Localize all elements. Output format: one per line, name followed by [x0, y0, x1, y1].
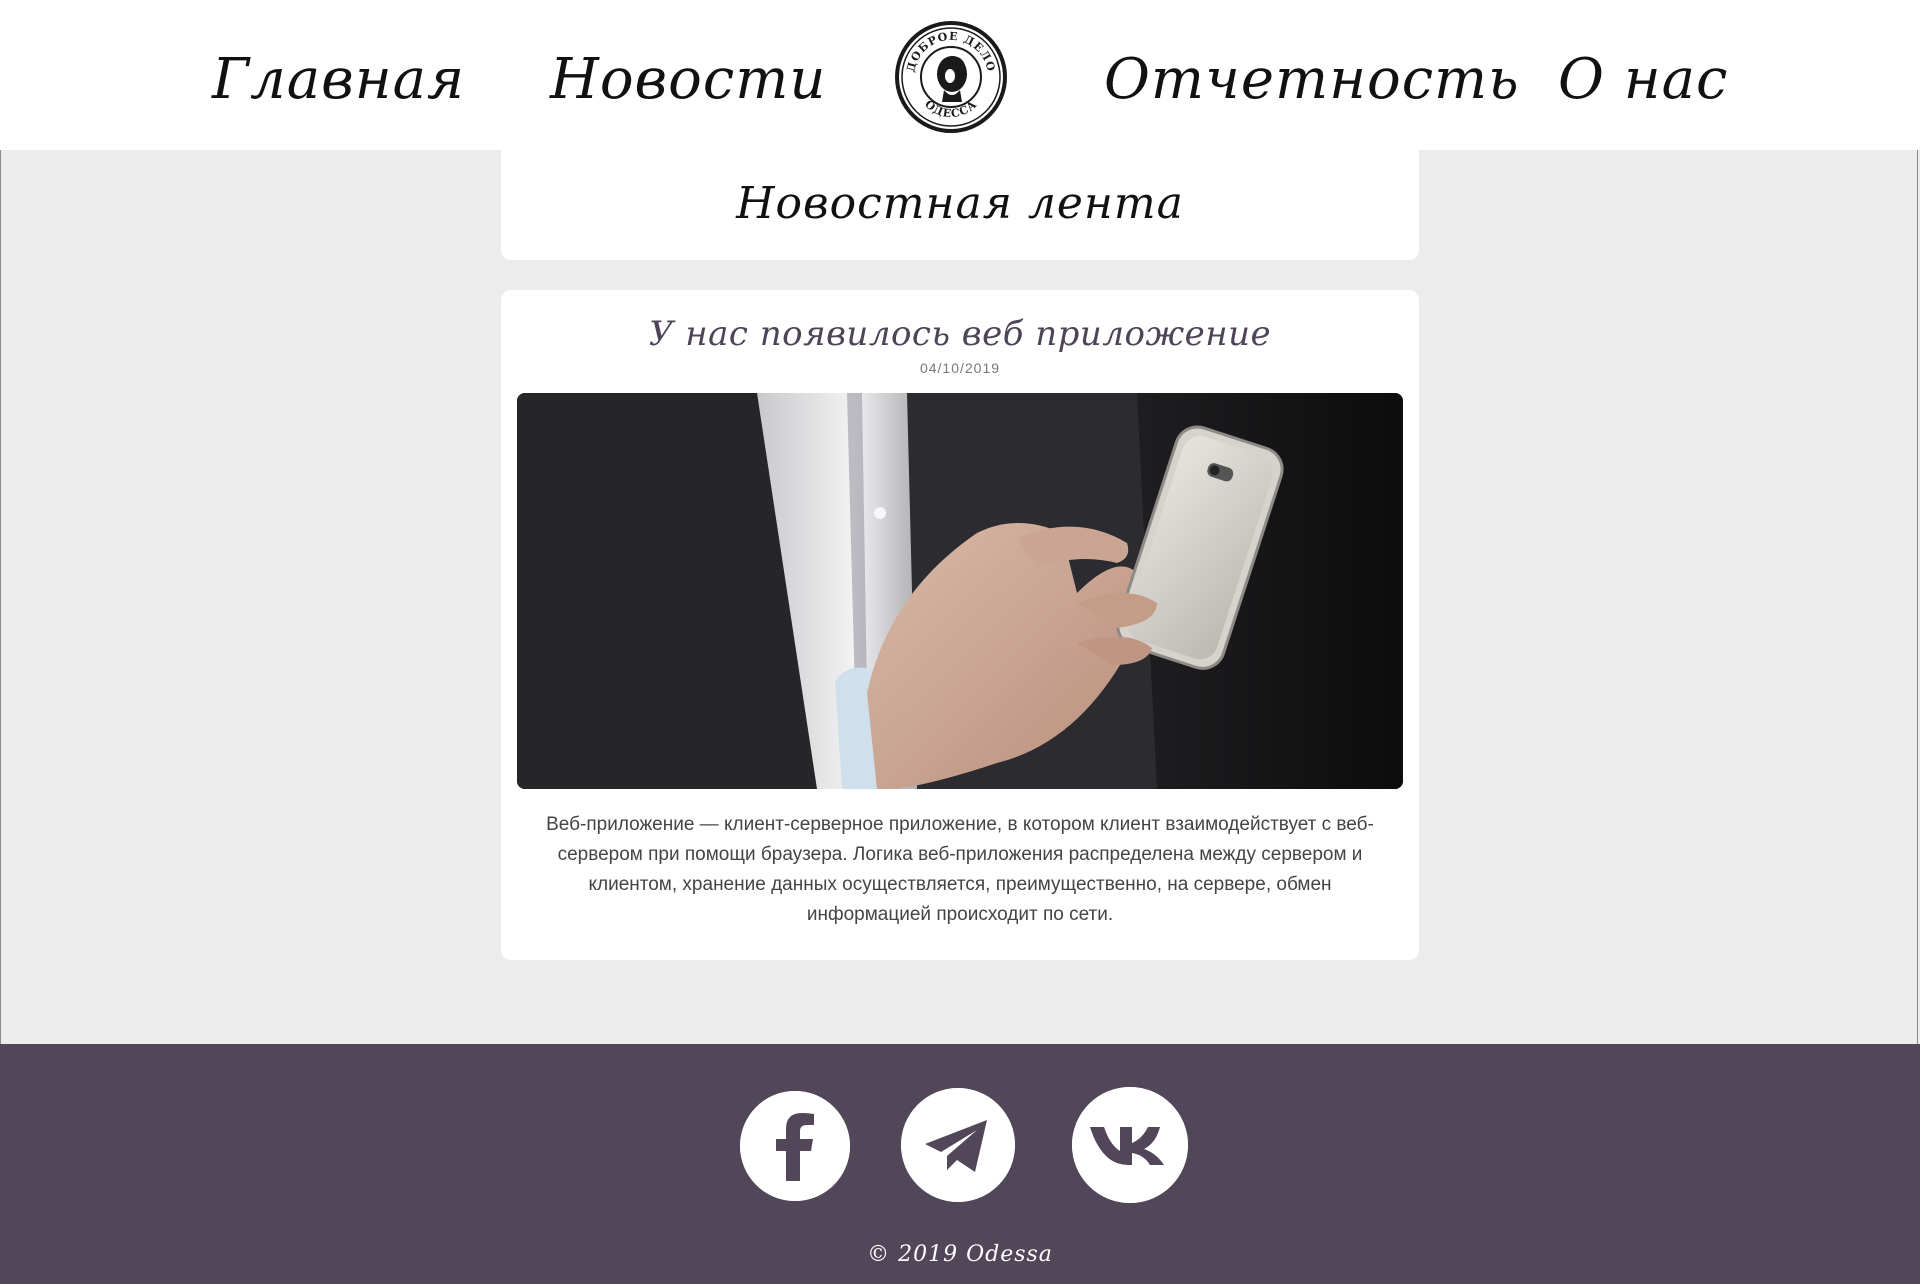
news-date: 04/10/2019: [919, 360, 1001, 376]
page-title: Новостная лента: [736, 178, 1184, 229]
nav-news-link[interactable]: Новости: [550, 40, 826, 120]
feed-title-card: Новостная лента: [501, 150, 1419, 260]
stamp-logo-icon[interactable]: ДОБРОЕ ДЕЛО ОДЕССА: [894, 20, 1008, 134]
site-footer: © 2019 Odessa: [0, 1044, 1920, 1284]
news-text: Веб-приложение — клиент-серверное прилож…: [546, 814, 1374, 925]
copyright-text: © 2019 Odessa: [867, 1242, 1053, 1267]
nav-reports-link[interactable]: Отчетность: [1104, 40, 1520, 120]
nav-home-link[interactable]: Главная: [212, 40, 465, 120]
news-title[interactable]: У нас появилось веб приложение: [501, 314, 1419, 354]
telegram-icon[interactable]: [901, 1088, 1015, 1202]
vk-icon[interactable]: [1072, 1087, 1188, 1203]
site-header: Главная Новости ДОБРОЕ ДЕЛО ОДЕССА Отчет…: [0, 0, 1920, 150]
facebook-icon[interactable]: [740, 1091, 850, 1201]
news-card: У нас появилось веб приложение 04/10/201…: [501, 290, 1419, 960]
nav-about-link[interactable]: О нас: [1558, 40, 1728, 120]
news-image: [517, 393, 1403, 789]
